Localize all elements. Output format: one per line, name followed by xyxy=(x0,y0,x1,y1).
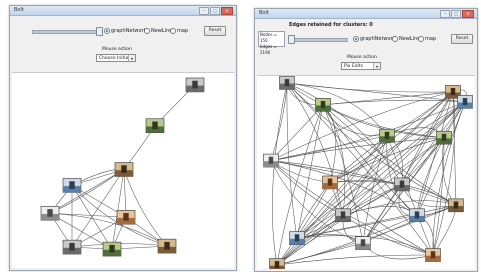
right-image-node[interactable] xyxy=(457,95,473,109)
window-maximize-icon[interactable]: □ xyxy=(451,10,461,18)
left-edge xyxy=(111,169,125,250)
right-mouse-action-select[interactable]: Pix Edits ▾ xyxy=(341,62,381,70)
radio-empty-icon xyxy=(418,36,424,42)
left-mouse-action-label: Mouse action xyxy=(102,47,132,52)
left-edge xyxy=(49,169,125,214)
right-image-node[interactable] xyxy=(436,130,452,145)
left-edge xyxy=(49,213,127,218)
right-edge xyxy=(276,254,434,266)
edges-count: Edges = 2190 xyxy=(260,44,277,55)
right-threshold-slider[interactable] xyxy=(288,38,348,42)
left-image-node[interactable] xyxy=(40,206,60,221)
right-edge xyxy=(386,91,454,136)
right-image-node[interactable] xyxy=(394,177,410,192)
window-minimize-icon[interactable]: – xyxy=(199,7,209,15)
left-toolbar: graphNetwork NewLine map Reset Mouse act… xyxy=(10,16,236,72)
right-image-node[interactable] xyxy=(322,175,338,190)
left-threshold-slider[interactable] xyxy=(32,30,100,34)
right-edges-heading: Edges retained for clusters: 0 xyxy=(289,22,373,28)
right-image-node[interactable] xyxy=(425,248,441,262)
right-image-node[interactable] xyxy=(409,208,425,223)
right-image-node[interactable] xyxy=(335,208,351,223)
right-radio-map[interactable]: map xyxy=(418,36,436,42)
dropdown-arrow-icon[interactable]: ▾ xyxy=(373,63,380,69)
radio-empty-icon xyxy=(170,28,176,34)
right-edge xyxy=(270,137,445,161)
right-image-node[interactable] xyxy=(448,198,464,213)
right-edge xyxy=(322,104,457,206)
left-image-node[interactable] xyxy=(62,239,82,255)
left-reset-button[interactable]: Reset xyxy=(204,26,226,36)
window-maximize-icon[interactable]: □ xyxy=(210,7,220,15)
right-radio-newline[interactable]: NewLine xyxy=(392,36,420,42)
right-titlebar: Bolt – □ ✕ xyxy=(255,9,477,19)
right-image-node[interactable] xyxy=(315,98,331,112)
left-window-title: Bolt xyxy=(14,7,24,13)
right-window-title: Bolt xyxy=(259,10,269,16)
right-edge xyxy=(286,82,466,103)
left-image-node[interactable] xyxy=(185,77,205,93)
left-radio-graphnetwork[interactable]: graphNetwork xyxy=(104,28,147,34)
left-image-node[interactable] xyxy=(102,241,122,257)
right-image-node[interactable] xyxy=(379,128,395,143)
right-edge xyxy=(286,82,298,239)
radio-selected-icon xyxy=(353,36,359,42)
right-edge xyxy=(432,205,457,256)
right-edge xyxy=(322,104,337,183)
right-app-window: Bolt – □ ✕ Edges retained for clusters: … xyxy=(254,8,478,272)
right-toolbar: Edges retained for clusters: 0 Nodes = 1… xyxy=(255,19,477,75)
left-radio-newline[interactable]: NewLine xyxy=(144,28,172,34)
right-image-node[interactable] xyxy=(279,76,295,90)
right-graph-canvas[interactable] xyxy=(257,75,475,269)
left-mouse-action-select[interactable]: Choose Initiator ▾ xyxy=(96,54,136,62)
radio-selected-icon xyxy=(104,28,110,34)
right-image-node[interactable] xyxy=(269,258,285,269)
radio-empty-icon xyxy=(392,36,398,42)
left-image-node[interactable] xyxy=(145,118,165,133)
right-edge xyxy=(432,101,466,256)
dropdown-arrow-icon[interactable]: ▾ xyxy=(128,55,135,61)
left-edge xyxy=(71,185,113,250)
left-image-node[interactable] xyxy=(62,178,82,193)
nodes-count: Nodes = 150 xyxy=(260,32,278,43)
left-image-node[interactable] xyxy=(114,162,134,177)
radio-empty-icon xyxy=(144,28,150,34)
right-edge xyxy=(272,82,288,266)
left-graph-canvas[interactable] xyxy=(12,72,234,268)
right-image-node[interactable] xyxy=(263,153,279,168)
right-radio-graphnetwork[interactable]: graphNetwork xyxy=(353,36,396,42)
right-image-node[interactable] xyxy=(289,231,305,245)
right-slider-thumb[interactable] xyxy=(288,35,295,44)
window-close-icon[interactable]: ✕ xyxy=(462,10,474,18)
right-network-graph[interactable] xyxy=(257,76,475,269)
left-radio-map[interactable]: map xyxy=(170,28,188,34)
window-minimize-icon[interactable]: – xyxy=(440,10,450,18)
right-mouse-action-label: Mouse action xyxy=(347,55,377,60)
right-reset-button[interactable]: Reset xyxy=(451,34,473,44)
left-app-window: Bolt – □ ✕ graphNetwork NewLine map Rese… xyxy=(9,5,237,271)
left-image-node[interactable] xyxy=(157,238,177,254)
left-network-graph[interactable] xyxy=(12,73,234,268)
left-image-node[interactable] xyxy=(116,209,136,225)
left-slider-thumb[interactable] xyxy=(96,27,103,36)
left-titlebar: Bolt – □ ✕ xyxy=(10,6,236,16)
window-close-icon[interactable]: ✕ xyxy=(221,7,233,15)
right-image-node[interactable] xyxy=(355,236,371,250)
right-graph-info: Nodes = 150 Edges = 2190 xyxy=(258,31,285,55)
